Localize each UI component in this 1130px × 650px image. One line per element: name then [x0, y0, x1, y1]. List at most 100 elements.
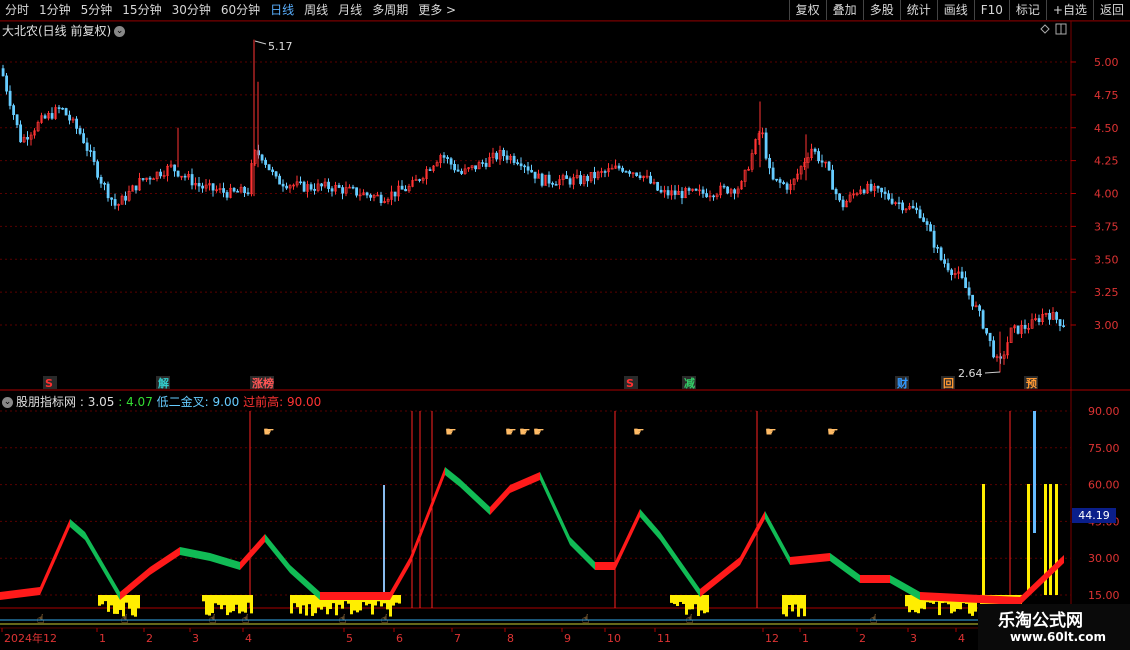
candle-body [78, 128, 82, 134]
volume-bar [235, 595, 238, 605]
candle-body [5, 75, 9, 92]
candle-body [365, 192, 369, 196]
candle-body [978, 305, 982, 311]
candle-body [831, 169, 835, 190]
volume-bar [293, 595, 296, 604]
candle-body [320, 183, 324, 187]
volume-bar [305, 595, 308, 616]
candle-body [173, 164, 177, 172]
hand-pointer-icon: ☛ [519, 425, 531, 440]
chart-canvas[interactable]: 5.17 2.64 S 解 涨榜 S 减 财 回 预 ☛ ☛ ☛ ☛ ☛ ☛ ☛ ☛☝ ☝ ☝ ☝ ☝ ☝ ☝ ☝ ☝ 5.… [0, 0, 1130, 650]
candle-body [460, 170, 464, 174]
x-tick-label: 7 [454, 632, 461, 645]
diamond-icon[interactable] [1040, 24, 1050, 34]
indicator-tick-label: 60.00 [1088, 479, 1120, 492]
indicator-ticks: 90.0075.0060.0045.0030.0015.00 [1088, 405, 1120, 602]
candle-body [418, 179, 422, 181]
volume-bar [694, 595, 697, 605]
volume-bar [232, 595, 235, 612]
candle-body [141, 178, 145, 180]
watermark-url: www.60lt.com [1010, 630, 1107, 644]
x-tick-label: 5 [346, 632, 353, 645]
candle-body [474, 165, 478, 170]
x-tick-label: 11 [657, 632, 671, 645]
volume-bar [290, 595, 293, 614]
candle-body [393, 191, 397, 197]
hand-pointer-icon: ☛ [633, 425, 645, 440]
signal-bar [1027, 484, 1030, 595]
candle-body [838, 193, 842, 201]
candle-body [929, 224, 933, 232]
candle-body [943, 259, 947, 264]
oscillator-ribbon [570, 537, 595, 570]
candle-body [211, 183, 215, 191]
candle-body [246, 192, 250, 195]
candle-body [495, 152, 499, 160]
x-tick-label: 3 [192, 632, 199, 645]
main-grid [0, 61, 1071, 326]
event-marker[interactable]: 减 [682, 376, 696, 390]
candle-body [950, 269, 954, 275]
candle-body [19, 124, 23, 143]
candle-body [988, 332, 992, 341]
volume-bar [296, 595, 299, 608]
event-marker-label: 预 [1026, 376, 1037, 390]
candle-body [656, 181, 660, 191]
event-marker[interactable]: S [624, 376, 638, 390]
x-tick-label: 2024年12 [4, 631, 57, 645]
candle-body [379, 194, 383, 204]
candle-body [453, 163, 457, 171]
candle-body [15, 114, 19, 126]
signal-bar [1049, 484, 1052, 595]
candle-body [1058, 319, 1062, 326]
volume-bar [670, 595, 673, 603]
candle-body [236, 190, 240, 193]
x-tick-label: 10 [607, 632, 621, 645]
candle-body [925, 221, 929, 225]
candle-body [446, 157, 450, 159]
x-tick-label: 8 [507, 632, 514, 645]
oscillator-ribbon [70, 519, 85, 540]
candle-body [547, 174, 551, 184]
current-value-badge: 44.19 [1072, 508, 1116, 523]
volume-bar [128, 595, 131, 609]
candle-body [813, 148, 817, 152]
candle-body [1016, 325, 1020, 334]
candle-body [834, 189, 838, 195]
high-label: 5.17 [268, 40, 293, 53]
candle-body [565, 175, 569, 179]
hand-pointer-icon: ☛ [765, 425, 777, 440]
candle-body [764, 132, 768, 159]
event-marker[interactable]: 涨榜 [250, 376, 274, 390]
signal-bar [1055, 484, 1058, 595]
candle-body [775, 178, 779, 181]
price-tick-label: 4.25 [1094, 155, 1119, 168]
volume-bar [682, 595, 685, 604]
event-marker[interactable]: 财 [895, 376, 909, 390]
event-marker[interactable]: 回 [941, 376, 955, 390]
candle-body [827, 161, 831, 171]
volume-bar [223, 595, 226, 606]
volume-bar [392, 595, 395, 606]
candle-body [687, 188, 691, 191]
candle-body [57, 107, 61, 109]
event-marker[interactable]: 预 [1024, 376, 1038, 390]
oscillator-ribbon [445, 467, 460, 487]
candle-body [897, 202, 901, 205]
candle-body [785, 183, 789, 190]
candle-body [481, 162, 485, 164]
candle-body [680, 191, 684, 199]
candle-body [554, 184, 558, 186]
candle-body [901, 202, 905, 211]
event-marker[interactable]: S [43, 376, 57, 390]
volume-bar [250, 595, 253, 614]
volume-bar [98, 595, 101, 606]
candle-body [603, 171, 607, 173]
oscillator-ribbon [765, 511, 790, 565]
date-axis: 2024年12 1 2 3 4 5 6 7 8 9 10 11 12 1 2 3 4 [1, 628, 965, 645]
candle-body [782, 182, 786, 185]
candle-body [502, 149, 506, 157]
oscillator-ribbon [390, 557, 410, 600]
event-marker[interactable]: 解 [156, 376, 170, 390]
candle-body [579, 175, 583, 185]
